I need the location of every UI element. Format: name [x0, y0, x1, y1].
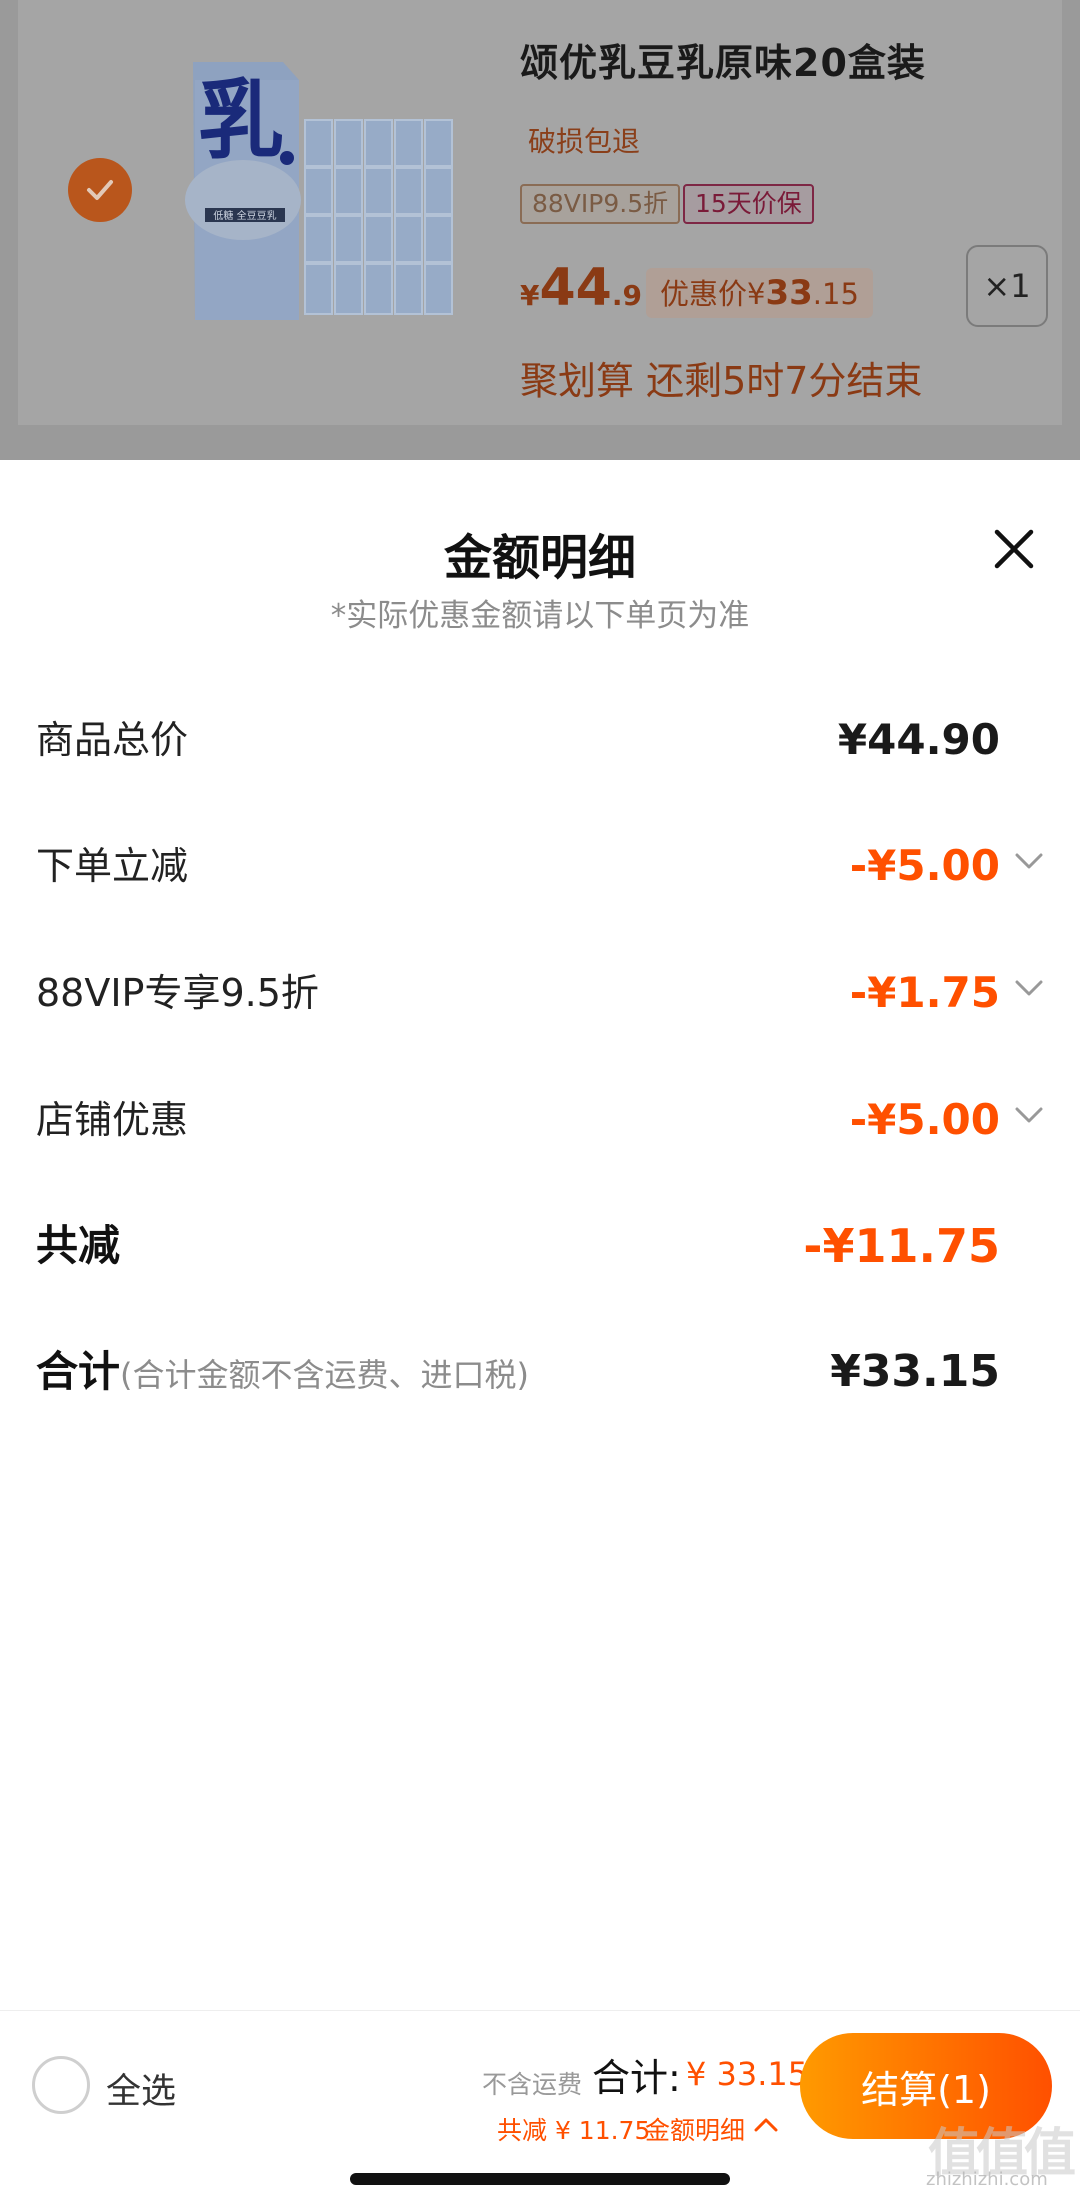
row-value: -¥11.75: [803, 1219, 1000, 1273]
excl-shipping-note: 不含运费: [482, 2070, 583, 2099]
row-label: 下单立减: [36, 844, 189, 888]
deal-price-decimal: .15: [812, 277, 859, 311]
carton-brand-mark: 乳: [198, 71, 284, 171]
price-currency: ¥: [520, 279, 540, 312]
row-label: 店铺优惠: [36, 1098, 189, 1142]
price-decimal: .9: [611, 279, 642, 312]
total-label: 合计:: [592, 2056, 681, 2100]
service-label: 破损包退: [528, 125, 641, 158]
row-value: ¥33.15: [830, 1346, 1000, 1397]
row-label: 商品总价: [36, 718, 189, 762]
price-protect-tag: 15天价保: [683, 184, 814, 224]
sheet-note: *实际优惠金额请以下单页为准: [330, 598, 750, 634]
dimmed-overlay[interactable]: 低糖 全豆豆乳 乳 颂优乳豆乳原味20盒装 破损包退 88VIP9.5折 15天…: [0, 0, 1080, 460]
sheet-title: 金额明细: [443, 530, 636, 586]
row-label: 合计: [36, 1347, 121, 1396]
row-label: 共减: [36, 1221, 121, 1270]
check-icon: [87, 180, 113, 200]
promo-countdown: 聚划算 还剩5时7分结束: [520, 359, 923, 403]
close-icon: [994, 529, 1034, 569]
row-label-wrap: 合计(合计金额不含运费、进口税): [36, 1342, 529, 1405]
row-store-discount[interactable]: 店铺优惠 -¥5.00: [36, 1090, 1046, 1150]
saved-amount: 共减 ¥ 11.75: [497, 2116, 651, 2145]
total-value: ¥ 33.15: [686, 2055, 809, 2093]
cart-item-card: 低糖 全豆豆乳 乳 颂优乳豆乳原味20盒装 破损包退 88VIP9.5折 15天…: [18, 0, 1062, 425]
svg-text:低糖 全豆豆乳: 低糖 全豆豆乳: [213, 209, 276, 222]
row-grand-total: 合计(合计金额不含运费、进口税) ¥33.15: [36, 1342, 1046, 1402]
chevron-down-icon[interactable]: [1012, 844, 1046, 878]
chevron-down-icon[interactable]: [1012, 971, 1046, 1005]
deal-price-integer: 33: [765, 273, 813, 313]
deal-price-label: 优惠价¥: [660, 277, 766, 311]
home-indicator[interactable]: [350, 2173, 730, 2185]
row-value: ¥44.90: [837, 715, 1000, 764]
chevron-down-icon[interactable]: [1012, 1098, 1046, 1132]
product-image[interactable]: 低糖 全豆豆乳 乳: [183, 50, 468, 330]
product-title[interactable]: 颂优乳豆乳原味20盒装: [520, 32, 926, 87]
quantity-button[interactable]: ×1: [966, 245, 1048, 327]
amount-detail-link[interactable]: 金额明细: [645, 2111, 745, 2147]
row-total-saved: 共减 -¥11.75: [36, 1216, 1046, 1276]
row-value: -¥5.00: [849, 841, 1000, 890]
item-checkbox[interactable]: [68, 158, 132, 222]
row-value: -¥1.75: [849, 968, 1000, 1017]
watermark-url: zhizhizhi.com: [926, 2169, 1048, 2190]
row-value: -¥5.00: [849, 1095, 1000, 1144]
vip-discount-tag: 88VIP9.5折: [520, 184, 681, 224]
chevron-up-icon[interactable]: [752, 2111, 780, 2139]
amount-detail-sheet: 金额明细 *实际优惠金额请以下单页为准 商品总价 ¥44.90 下单立减 -¥5…: [0, 460, 1080, 2010]
row-goods-total: 商品总价 ¥44.90: [36, 710, 1046, 770]
row-vip-discount[interactable]: 88VIP专享9.5折 -¥1.75: [36, 963, 1046, 1023]
product-price: ¥44.9: [520, 258, 642, 322]
deal-price-pill: 优惠价¥33.15: [646, 268, 873, 318]
checkout-bar: 全选 不含运费 合计: ¥ 33.15 共减 ¥ 11.75 金额明细 结算(1…: [0, 2010, 1080, 2195]
select-all-checkbox[interactable]: [32, 2056, 90, 2114]
close-button[interactable]: [985, 520, 1043, 578]
select-all-label[interactable]: 全选: [106, 2063, 176, 2114]
row-instant-discount[interactable]: 下单立减 -¥5.00: [36, 836, 1046, 896]
row-sublabel: (合计金额不含运费、进口税): [120, 1356, 529, 1394]
row-label: 88VIP专享9.5折: [36, 971, 319, 1015]
price-integer: 44: [539, 258, 612, 318]
